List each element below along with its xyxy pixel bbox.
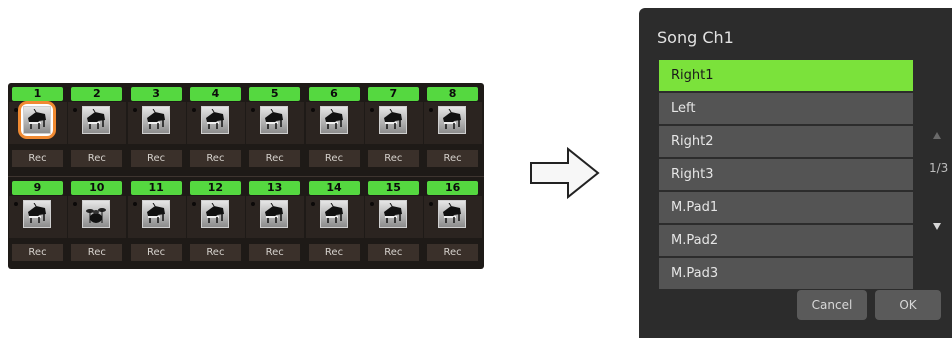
- channel-number[interactable]: 9: [12, 181, 63, 195]
- channel-number[interactable]: 13: [249, 181, 301, 195]
- channel-number[interactable]: 1: [12, 87, 63, 101]
- grand-piano-icon[interactable]: [260, 106, 289, 134]
- rec-button[interactable]: Rec: [427, 244, 479, 261]
- page-indicator: 1/3: [929, 161, 949, 175]
- channel-option[interactable]: M.Pad2: [659, 225, 913, 256]
- rec-button[interactable]: Rec: [12, 150, 63, 167]
- channel-cell[interactable]: 15 Rec: [364, 180, 423, 264]
- grand-piano-icon[interactable]: [438, 106, 467, 134]
- rec-button[interactable]: Rec: [308, 150, 360, 167]
- channel-number[interactable]: 16: [427, 181, 479, 195]
- channel-cell[interactable]: 9 Rec: [9, 180, 67, 264]
- indicator-led: [310, 202, 315, 206]
- grand-piano-icon[interactable]: [82, 106, 111, 134]
- channel-option[interactable]: Right2: [659, 126, 913, 157]
- channel-number[interactable]: 6: [308, 87, 360, 101]
- indicator-led: [310, 108, 315, 112]
- rec-button[interactable]: Rec: [427, 150, 479, 167]
- indicator-led: [369, 202, 374, 206]
- channel-number[interactable]: 3: [130, 87, 182, 101]
- channel-cell[interactable]: 8 Rec: [424, 86, 483, 170]
- grand-piano-icon[interactable]: [141, 106, 170, 134]
- dialog-title: Song Ch1: [657, 28, 734, 47]
- channel-option[interactable]: M.Pad1: [659, 192, 913, 223]
- ok-button[interactable]: OK: [875, 290, 941, 320]
- channel-cell[interactable]: 6 Rec: [305, 86, 364, 170]
- row-divider: [8, 176, 484, 177]
- indicator-led: [132, 202, 137, 206]
- channel-number[interactable]: 2: [71, 87, 123, 101]
- channel-number[interactable]: 10: [71, 181, 123, 195]
- drum-kit-icon[interactable]: [82, 200, 111, 228]
- channel-cell[interactable]: 11 Rec: [127, 180, 186, 264]
- rec-button[interactable]: Rec: [71, 244, 123, 261]
- rec-button[interactable]: Rec: [249, 150, 301, 167]
- rec-button[interactable]: Rec: [189, 244, 241, 261]
- grand-piano-icon[interactable]: [23, 200, 51, 228]
- right-arrow-icon: [530, 146, 600, 200]
- channel-grid: 1 Rec 2 Rec 3 Rec 4 Rec 5 Rec 6 Rec 7 Rec 8 Rec 9 Rec 10 Re…: [8, 83, 484, 269]
- channel-number[interactable]: 15: [367, 181, 419, 195]
- rec-button[interactable]: Rec: [71, 150, 123, 167]
- channel-cell[interactable]: 3 Rec: [127, 86, 186, 170]
- channel-cell[interactable]: 1 Rec: [9, 86, 67, 170]
- rec-button[interactable]: Rec: [130, 244, 182, 261]
- grand-piano-icon[interactable]: [200, 106, 229, 134]
- channel-cell[interactable]: 10 Rec: [68, 180, 127, 264]
- rec-button[interactable]: Rec: [367, 244, 419, 261]
- indicator-led: [191, 108, 196, 112]
- rec-button[interactable]: Rec: [367, 150, 419, 167]
- channel-cell[interactable]: 5 Rec: [246, 86, 305, 170]
- indicator-led: [191, 202, 196, 206]
- cancel-button[interactable]: Cancel: [797, 290, 867, 320]
- channel-number[interactable]: 11: [130, 181, 182, 195]
- channel-option[interactable]: Left: [659, 93, 913, 124]
- grand-piano-icon[interactable]: [319, 200, 348, 228]
- channel-cell[interactable]: 13 Rec: [246, 180, 305, 264]
- channel-number[interactable]: 4: [189, 87, 241, 101]
- channel-cell[interactable]: 2 Rec: [68, 86, 127, 170]
- channel-cell[interactable]: 4 Rec: [186, 86, 245, 170]
- indicator-led: [369, 108, 374, 112]
- rec-button[interactable]: Rec: [12, 244, 63, 261]
- channel-number[interactable]: 8: [427, 87, 479, 101]
- channel-option[interactable]: Right3: [659, 159, 913, 190]
- rec-button[interactable]: Rec: [249, 244, 301, 261]
- grand-piano-icon[interactable]: [378, 106, 407, 134]
- indicator-led: [14, 108, 18, 112]
- indicator-led: [14, 202, 18, 206]
- indicator-led: [132, 108, 137, 112]
- channel-cell[interactable]: 14 Rec: [305, 180, 364, 264]
- channel-number[interactable]: 12: [189, 181, 241, 195]
- channel-cell[interactable]: 7 Rec: [364, 86, 423, 170]
- channel-number[interactable]: 7: [367, 87, 419, 101]
- scroll-down-icon[interactable]: [933, 223, 941, 230]
- grand-piano-icon[interactable]: [438, 200, 467, 228]
- channel-option[interactable]: M.Pad3: [659, 258, 913, 289]
- grand-piano-icon[interactable]: [200, 200, 229, 228]
- channel-option[interactable]: Right1: [659, 60, 913, 91]
- rec-button[interactable]: Rec: [189, 150, 241, 167]
- channel-select-dialog: Song Ch1 Right1 Left Right2 Right3 M.Pad1 M.P…: [639, 8, 952, 338]
- grand-piano-icon[interactable]: [319, 106, 348, 134]
- grand-piano-icon[interactable]: [23, 106, 51, 134]
- scroll-up-icon[interactable]: [933, 132, 941, 139]
- grand-piano-icon[interactable]: [260, 200, 289, 228]
- channel-number[interactable]: 5: [249, 87, 301, 101]
- rec-button[interactable]: Rec: [308, 244, 360, 261]
- grand-piano-icon[interactable]: [378, 200, 407, 228]
- grand-piano-icon[interactable]: [141, 200, 170, 228]
- rec-button[interactable]: Rec: [130, 150, 182, 167]
- channel-cell[interactable]: 12 Rec: [186, 180, 245, 264]
- channel-cell[interactable]: 16 Rec: [424, 180, 483, 264]
- channel-number[interactable]: 14: [308, 181, 360, 195]
